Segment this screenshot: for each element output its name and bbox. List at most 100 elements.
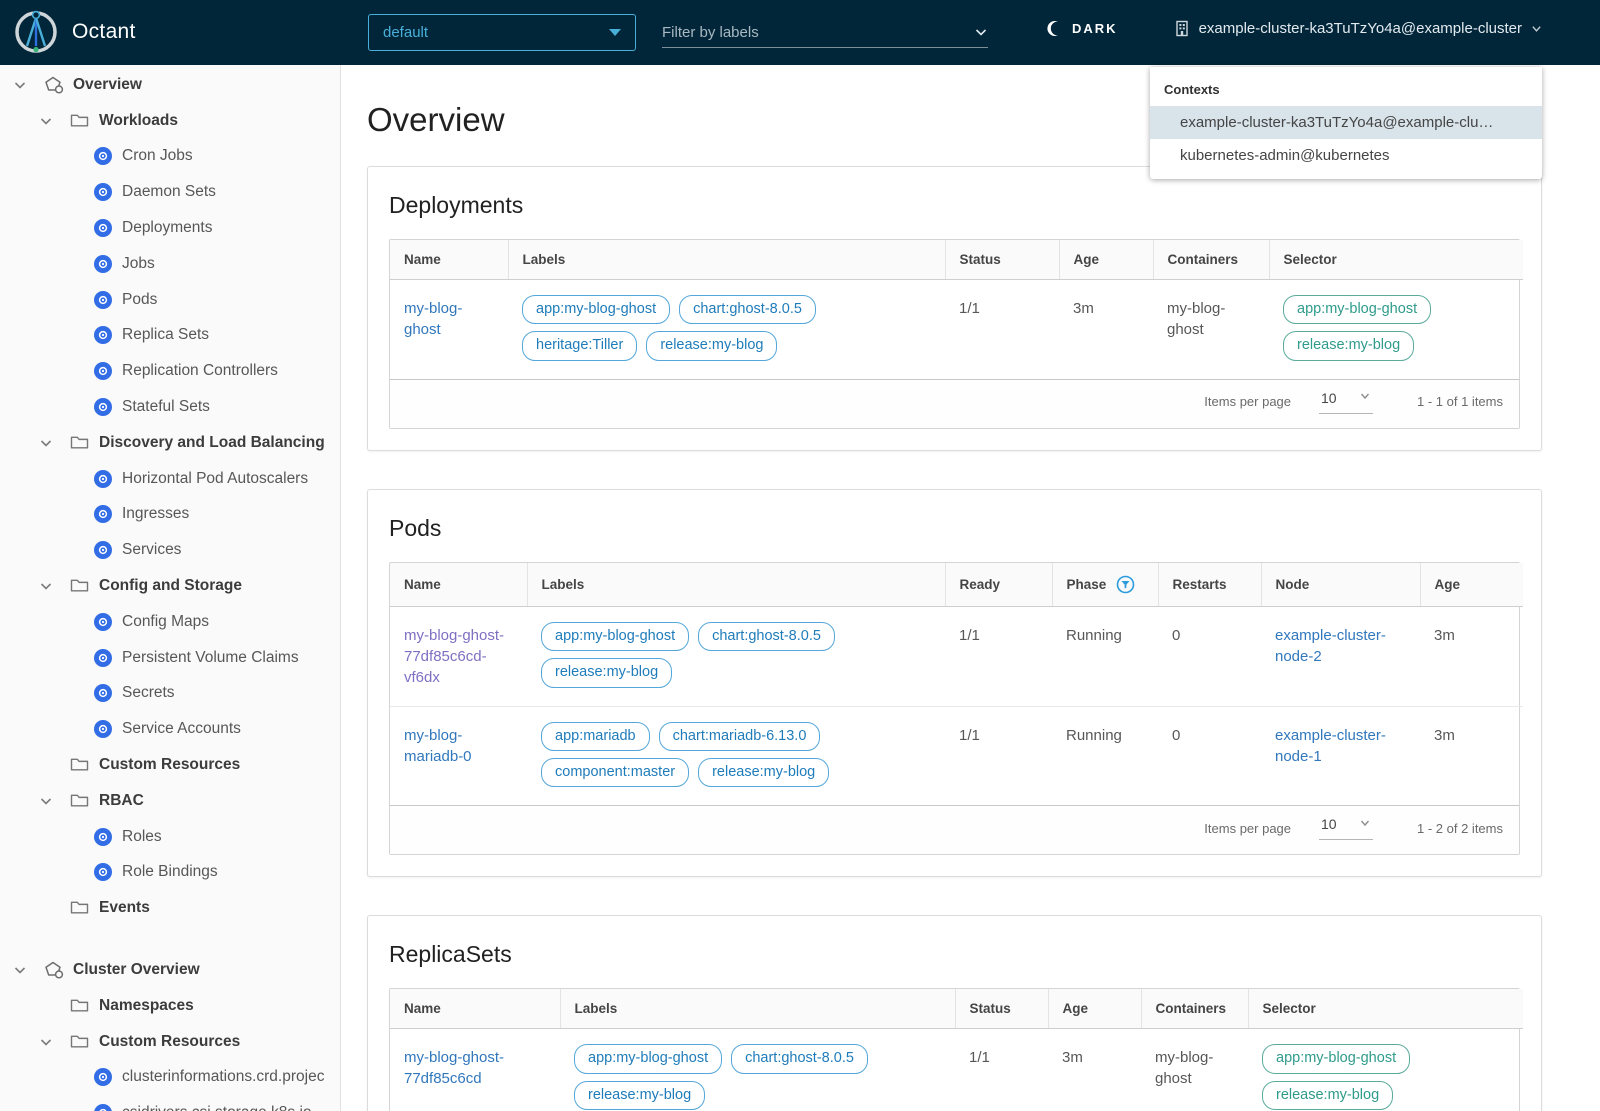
sidebar-item-secrets[interactable]: Secrets bbox=[0, 676, 340, 712]
table-cell: app:mariadb chart:mariadb-6.13.0 component… bbox=[527, 705, 945, 806]
sidebar-item-workloads[interactable]: Workloads bbox=[0, 103, 340, 139]
folder-icon bbox=[70, 1033, 90, 1051]
dark-theme-toggle[interactable]: DARK bbox=[1046, 20, 1118, 37]
chevron-down-icon[interactable] bbox=[38, 578, 54, 594]
sidebar-item-rbac[interactable]: RBAC bbox=[0, 783, 340, 819]
sidebar-item-cron-jobs[interactable]: Cron Jobs bbox=[0, 139, 340, 175]
section-title: Deployments bbox=[389, 192, 524, 218]
items-per-page-select[interactable]: 10 bbox=[1319, 816, 1374, 841]
sidebar-item-label: Cron Jobs bbox=[122, 147, 193, 165]
sidebar-item-daemon-sets[interactable]: Daemon Sets bbox=[0, 174, 340, 210]
chevron-down-icon[interactable] bbox=[38, 1034, 54, 1050]
deployments-icon bbox=[94, 219, 112, 238]
column-header-label: Status bbox=[969, 1001, 1011, 1017]
cell-value: 1/1 bbox=[959, 300, 980, 317]
column-header-name: Name bbox=[390, 989, 561, 1030]
cluster-icon bbox=[1175, 20, 1188, 37]
contexts-dropdown: Contexts example-cluster-ka3TuTzYo4a@exa… bbox=[1150, 67, 1542, 179]
resource-link[interactable]: my-blog-mariadb-0 bbox=[404, 719, 513, 767]
sidebar-item-replication-controllers[interactable]: Replication Controllers bbox=[0, 353, 340, 389]
column-header-selector: Selector bbox=[1269, 240, 1523, 280]
context-switcher[interactable]: example-cluster-ka3TuTzYo4a@example-clus… bbox=[1174, 20, 1542, 37]
sidebar-item-label: Secrets bbox=[122, 684, 175, 702]
sidebar-item-pods[interactable]: Pods bbox=[0, 282, 340, 318]
folder-icon bbox=[70, 434, 90, 452]
resource-link[interactable]: my-blog-ghost-77df85c6cd bbox=[404, 1041, 546, 1089]
sidebar-item-config-and-storage[interactable]: Config and Storage bbox=[0, 568, 340, 604]
items-per-page-label: Items per page bbox=[1204, 820, 1292, 836]
main-content: Overview Deployments Name Labels Status Age C… bbox=[342, 65, 1600, 1111]
section-title: ReplicaSets bbox=[389, 941, 512, 968]
items-per-page-select[interactable]: 10 bbox=[1319, 390, 1374, 414]
cell-value: 0 bbox=[1172, 626, 1181, 644]
sidebar-item-persistent-volume-claims[interactable]: Persistent Volume Claims bbox=[0, 640, 340, 676]
table-cell: my-blog-ghost bbox=[390, 280, 508, 379]
chevron-down-icon[interactable] bbox=[12, 962, 28, 978]
table-cell: 0 bbox=[1158, 705, 1261, 806]
cell-value: my-blog-ghost bbox=[1167, 300, 1226, 338]
sidebar-item-clusterinformations-crd-projec[interactable]: clusterinformations.crd.projec bbox=[0, 1060, 340, 1096]
sidebar-item-jobs[interactable]: Jobs bbox=[0, 246, 340, 282]
table-cell: 0 bbox=[1158, 606, 1261, 706]
sidebar-item-stateful-sets[interactable]: Stateful Sets bbox=[0, 389, 340, 425]
sidebar-item-label: Role Bindings bbox=[122, 863, 218, 881]
selector-badge: release:my-blog bbox=[1283, 331, 1415, 361]
context-menu-item[interactable]: example-cluster-ka3TuTzYo4a@example-clu… bbox=[1150, 106, 1542, 139]
sidebar-item-events[interactable]: Events bbox=[0, 890, 340, 926]
filter-icon[interactable] bbox=[1116, 575, 1135, 594]
config-maps-icon bbox=[94, 612, 112, 631]
sidebar-item-replica-sets[interactable]: Replica Sets bbox=[0, 318, 340, 354]
cron-jobs-icon bbox=[94, 147, 112, 166]
cell-value: Running bbox=[1066, 626, 1122, 644]
chevron-down-icon[interactable] bbox=[38, 793, 54, 809]
column-header-containers: Containers bbox=[1141, 989, 1249, 1030]
sidebar-item-cluster-overview[interactable]: Cluster Overview bbox=[0, 952, 340, 988]
table-cell: app:my-blog-ghost release:my-blog bbox=[1269, 280, 1523, 379]
label-filter-input[interactable] bbox=[662, 23, 974, 41]
resource-link[interactable]: my-blog-ghost-77df85c6cd-vf6dx bbox=[404, 619, 513, 688]
sidebar-item-csidrivers-csi-storage-k8s-io[interactable]: csidrivers.csi.storage.k8s.io bbox=[0, 1095, 340, 1111]
chevron-down-icon[interactable] bbox=[974, 25, 988, 39]
custom-resource-icon bbox=[94, 1068, 112, 1087]
sidebar-item-label: Deployments bbox=[122, 219, 213, 237]
folder-icon bbox=[70, 112, 90, 130]
cell-value: 3m bbox=[1073, 300, 1094, 317]
table-cell: 3m bbox=[1059, 280, 1153, 379]
context-menu-item[interactable]: kubernetes-admin@kubernetes bbox=[1150, 139, 1542, 172]
pagination-range: 1 - 1 of 1 items bbox=[1417, 394, 1503, 410]
label-badge: release:my-blog bbox=[698, 757, 830, 788]
column-header-age: Age bbox=[1420, 562, 1523, 607]
table-cell: app:my-blog-ghost release:my-blog bbox=[1248, 1029, 1523, 1111]
resource-link[interactable]: my-blog-ghost bbox=[404, 292, 494, 340]
column-header-status: Status bbox=[945, 240, 1060, 280]
column-header-label: Labels bbox=[574, 1001, 618, 1017]
sidebar-navigation: Overview Workloads Cron Jobs Daemon Sets Dep… bbox=[0, 65, 341, 1111]
sidebar-item-namespaces[interactable]: Namespaces bbox=[0, 988, 340, 1024]
column-header-label: Age bbox=[1434, 576, 1461, 592]
sidebar-item-config-maps[interactable]: Config Maps bbox=[0, 604, 340, 640]
pods-table: Name Labels Ready Phase Restarts Node Age my-bl… bbox=[390, 562, 1523, 806]
label-badge: app:my-blog-ghost bbox=[574, 1044, 723, 1074]
resource-link[interactable]: example-cluster-node-1 bbox=[1275, 719, 1406, 767]
chevron-down-icon[interactable] bbox=[12, 77, 28, 93]
sidebar-item-discovery-and-load-balancing[interactable]: Discovery and Load Balancing bbox=[0, 425, 340, 461]
label-badge: release:my-blog bbox=[646, 331, 778, 361]
replicasets-table-wrapper: Name Labels Status Age Containers Selector my-… bbox=[389, 988, 1523, 1111]
namespace-select[interactable]: default bbox=[368, 14, 636, 51]
sidebar-item-custom-resources[interactable]: Custom Resources bbox=[0, 747, 340, 783]
sidebar-item-deployments[interactable]: Deployments bbox=[0, 210, 340, 246]
sidebar-item-roles[interactable]: Roles bbox=[0, 819, 340, 855]
column-header-age: Age bbox=[1048, 989, 1142, 1030]
sidebar-item-label: Horizontal Pod Autoscalers bbox=[122, 469, 309, 487]
resource-link[interactable]: example-cluster-node-2 bbox=[1275, 619, 1406, 667]
items-per-page-value: 10 bbox=[1321, 816, 1337, 833]
sidebar-item-overview[interactable]: Overview bbox=[0, 67, 340, 103]
sidebar-item-services[interactable]: Services bbox=[0, 532, 340, 568]
sidebar-item-ingresses[interactable]: Ingresses bbox=[0, 497, 340, 533]
sidebar-item-service-accounts[interactable]: Service Accounts bbox=[0, 711, 340, 747]
chevron-down-icon[interactable] bbox=[38, 435, 54, 451]
sidebar-item-horizontal-pod-autoscalers[interactable]: Horizontal Pod Autoscalers bbox=[0, 461, 340, 497]
chevron-down-icon[interactable] bbox=[38, 113, 54, 129]
sidebar-item-role-bindings[interactable]: Role Bindings bbox=[0, 855, 340, 891]
sidebar-item-custom-resources[interactable]: Custom Resources bbox=[0, 1024, 340, 1060]
